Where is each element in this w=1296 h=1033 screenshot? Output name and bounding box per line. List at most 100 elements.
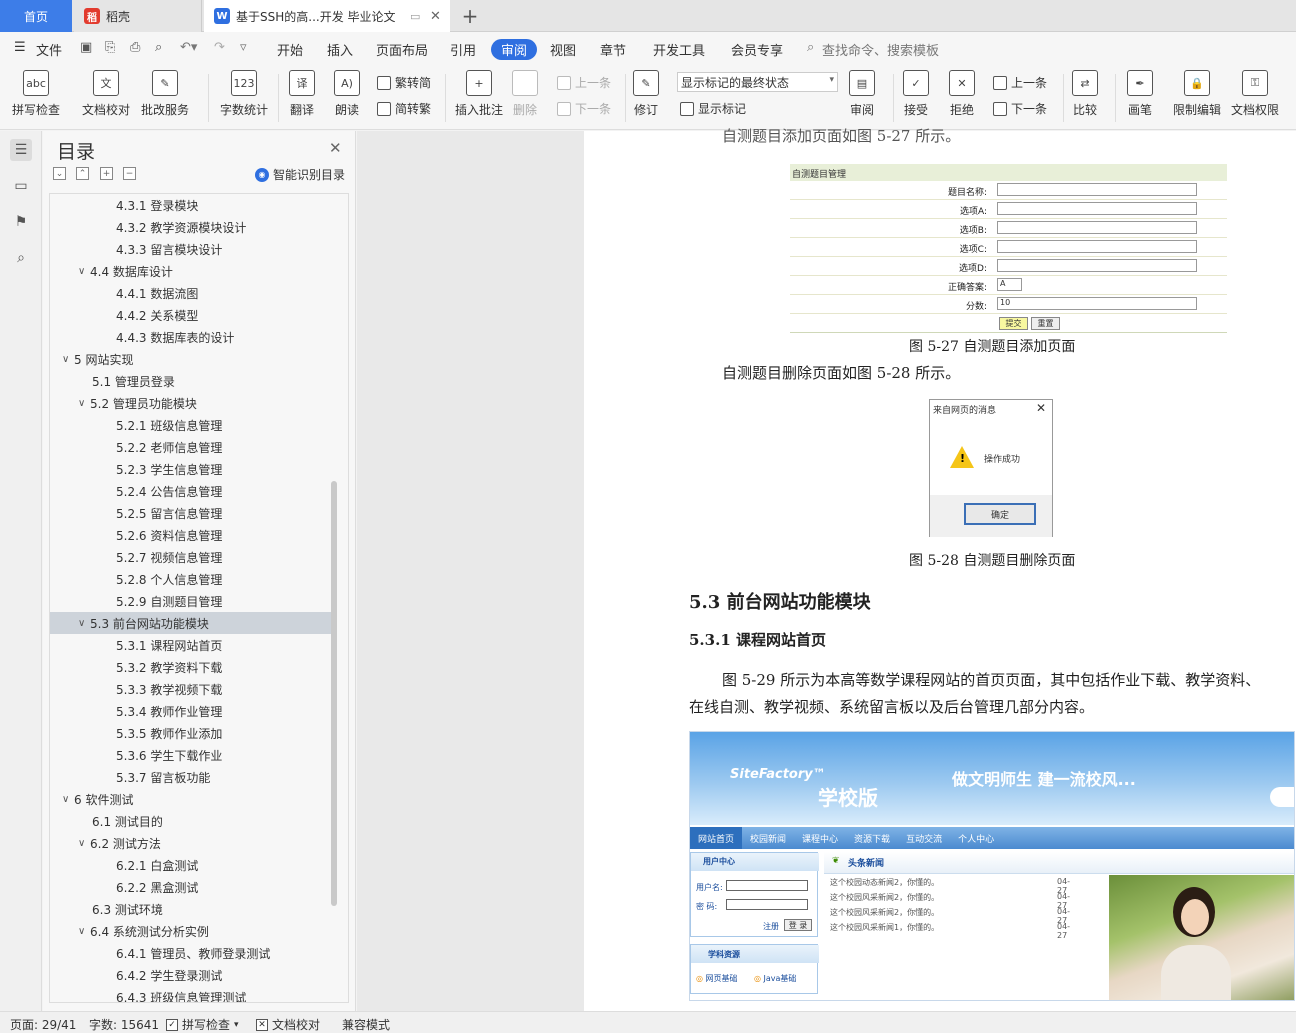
bookmark-icon[interactable]: ⚑ bbox=[10, 211, 32, 233]
close-icon[interactable]: ✕ bbox=[329, 139, 342, 157]
form-field-input[interactable] bbox=[997, 183, 1197, 196]
tab-home[interactable]: 首页 bbox=[0, 0, 72, 32]
menu-chapter[interactable]: 章节 bbox=[600, 40, 626, 59]
insert-comment-button[interactable]: + 插入批注 bbox=[455, 70, 503, 118]
chevron-down-icon[interactable]: ∨ bbox=[78, 838, 90, 849]
batch-service-button[interactable]: ✎ 批改服务 bbox=[141, 70, 189, 118]
toc-item[interactable]: 5.3.5 教师作业添加 bbox=[50, 722, 332, 744]
chevron-down-icon[interactable]: ∨ bbox=[78, 618, 90, 629]
toc-item[interactable]: 5.2.3 学生信息管理 bbox=[50, 458, 332, 480]
toc-item[interactable]: 6.2.2 黑盒测试 bbox=[50, 876, 332, 898]
toc-item[interactable]: 4.4.2 关系模型 bbox=[50, 304, 332, 326]
more-icon[interactable]: ▿ bbox=[240, 40, 247, 55]
save-icon[interactable]: ▣ bbox=[80, 40, 92, 55]
menu-review[interactable]: 审阅 bbox=[491, 39, 538, 60]
chevron-down-icon[interactable]: ∨ bbox=[62, 354, 74, 365]
status-doc-check[interactable]: ✕ 文档校对 bbox=[256, 1016, 320, 1033]
new-tab-button[interactable]: + bbox=[458, 4, 482, 28]
delete-comment-button[interactable]: 删除 bbox=[512, 70, 538, 118]
toc-item[interactable]: ∨ 6.4 系统测试分析实例 bbox=[50, 920, 332, 942]
display-mode-select[interactable]: 显示标记的最终状态 ▾ bbox=[677, 72, 838, 92]
menu-layout[interactable]: 页面布局 bbox=[376, 40, 428, 59]
toc-item[interactable]: 5.3.4 教师作业管理 bbox=[50, 700, 332, 722]
form-field-input[interactable] bbox=[997, 221, 1197, 234]
toc-item[interactable]: 5.2.5 留言信息管理 bbox=[50, 502, 332, 524]
menu-insert[interactable]: 插入 bbox=[327, 40, 353, 59]
toc-item[interactable]: ∨ 6 软件测试 bbox=[50, 788, 332, 810]
toc-item[interactable]: 5.1 管理员登录 bbox=[50, 370, 332, 392]
pin-icon[interactable]: ▭ bbox=[410, 10, 420, 23]
toc-item[interactable]: 4.3.2 教学资源模块设计 bbox=[50, 216, 332, 238]
form-field-input[interactable]: A bbox=[997, 278, 1022, 291]
reject-button[interactable]: ✕ 拒绝 bbox=[949, 70, 975, 118]
toc-item[interactable]: 4.3.1 登录模块 bbox=[50, 194, 332, 216]
form-field-input[interactable] bbox=[997, 240, 1197, 253]
show-marks-button[interactable]: 显示标记 bbox=[680, 100, 746, 117]
submit-button[interactable]: 提交 bbox=[999, 317, 1028, 330]
close-tab-icon[interactable]: ✕ bbox=[430, 9, 441, 24]
toc-item[interactable]: 5.2.9 自测题目管理 bbox=[50, 590, 332, 612]
next-comment-button[interactable]: 下一条 bbox=[557, 100, 611, 117]
add-item-icon[interactable]: + bbox=[100, 167, 113, 180]
toc-item[interactable]: ∨ 6.2 测试方法 bbox=[50, 832, 332, 854]
remove-item-icon[interactable]: − bbox=[123, 167, 136, 180]
toc-item[interactable]: 5.2.4 公告信息管理 bbox=[50, 480, 332, 502]
menu-devtools[interactable]: 开发工具 bbox=[653, 40, 705, 59]
chevron-down-icon[interactable]: ∨ bbox=[78, 266, 90, 277]
doc-permission-button[interactable]: ⚿ 文档权限 bbox=[1231, 70, 1279, 118]
toc-item[interactable]: 5.2.8 个人信息管理 bbox=[50, 568, 332, 590]
toc-item[interactable]: 4.3.3 留言模块设计 bbox=[50, 238, 332, 260]
expand-up-icon[interactable]: ⌃ bbox=[76, 167, 89, 180]
toc-item[interactable]: ∨ 5.3 前台网站功能模块 bbox=[50, 612, 332, 634]
toc-item[interactable]: 6.4.1 管理员、教师登录测试 bbox=[50, 942, 332, 964]
simp-to-trad-button[interactable]: 简转繁 bbox=[377, 100, 431, 117]
restrict-edit-button[interactable]: 🔒 限制编辑 bbox=[1173, 70, 1221, 118]
menu-vip[interactable]: 会员专享 bbox=[731, 40, 783, 59]
form-field-input[interactable] bbox=[997, 202, 1197, 215]
form-field-input[interactable]: 10 bbox=[997, 297, 1197, 310]
toc-item[interactable]: ∨ 4.4 数据库设计 bbox=[50, 260, 332, 282]
review-pane-button[interactable]: ▤ 审阅 bbox=[849, 70, 875, 118]
accept-button[interactable]: ✓ 接受 bbox=[903, 70, 929, 118]
print-icon[interactable]: ⎙ bbox=[130, 40, 140, 55]
toc-item[interactable]: 6.2.1 白盒测试 bbox=[50, 854, 332, 876]
toc-item[interactable]: 5.2.6 资料信息管理 bbox=[50, 524, 332, 546]
toc-item[interactable]: 5.3.1 课程网站首页 bbox=[50, 634, 332, 656]
toc-item[interactable]: 5.3.3 教学视频下载 bbox=[50, 678, 332, 700]
translate-button[interactable]: 译翻译 bbox=[289, 70, 315, 118]
preview-icon[interactable]: ⌕ bbox=[155, 40, 162, 55]
toc-item[interactable]: 5.2.7 视频信息管理 bbox=[50, 546, 332, 568]
prev-comment-button[interactable]: 上一条 bbox=[557, 74, 611, 91]
find-icon[interactable]: ⌕ bbox=[10, 247, 32, 269]
spell-check-button[interactable]: abc 拼写检查 bbox=[12, 70, 60, 118]
revise-button[interactable]: ✎ 修订 bbox=[633, 70, 659, 118]
toc-item[interactable]: 6.3 测试环境 bbox=[50, 898, 332, 920]
undo-icon[interactable]: ↶▾ bbox=[180, 40, 197, 55]
toc-item[interactable]: 5.3.6 学生下载作业 bbox=[50, 744, 332, 766]
read-aloud-button[interactable]: A) 朗读 bbox=[334, 70, 360, 118]
toc-item[interactable]: ∨ 5 网站实现 bbox=[50, 348, 332, 370]
document-page[interactable]: 自测题目添加页面如图 5-27 所示。 自测题目管理 题目名称: 选项A: 选项B:… bbox=[584, 127, 1296, 1011]
menu-start[interactable]: 开始 bbox=[277, 40, 303, 59]
menu-view[interactable]: 视图 bbox=[550, 40, 576, 59]
reset-button[interactable]: 重置 bbox=[1031, 317, 1060, 330]
toc-item[interactable]: 5.2.2 老师信息管理 bbox=[50, 436, 332, 458]
pen-button[interactable]: ✒ 画笔 bbox=[1127, 70, 1153, 118]
form-field-input[interactable] bbox=[997, 259, 1197, 272]
toc-item[interactable]: ∨ 5.2 管理员功能模块 bbox=[50, 392, 332, 414]
chevron-down-icon[interactable]: ∨ bbox=[78, 398, 90, 409]
word-count-button[interactable]: 123 字数统计 bbox=[220, 70, 268, 118]
toc-icon[interactable]: ☰ bbox=[10, 139, 32, 161]
smart-toc-button[interactable]: ◉ 智能识别目录 bbox=[255, 166, 345, 183]
toc-item[interactable]: 5.3.7 留言板功能 bbox=[50, 766, 332, 788]
trad-to-simp-button[interactable]: 繁转简 bbox=[377, 74, 431, 91]
redo-icon[interactable]: ↷ bbox=[214, 40, 225, 55]
chapter-nav-icon[interactable]: ▭ bbox=[10, 175, 32, 197]
word-count[interactable]: 字数: 15641 bbox=[89, 1016, 159, 1033]
prev-change-button[interactable]: 上一条 bbox=[993, 74, 1047, 91]
chevron-down-icon[interactable]: ∨ bbox=[78, 926, 90, 937]
collapse-all-icon[interactable]: ⌄ bbox=[53, 167, 66, 180]
search-command-input[interactable]: 查找命令、搜索模板 bbox=[822, 40, 939, 59]
next-change-button[interactable]: 下一条 bbox=[993, 100, 1047, 117]
tab-document[interactable]: W 基于SSH的高...开发 毕业论文 ▭ ✕ bbox=[204, 0, 450, 32]
